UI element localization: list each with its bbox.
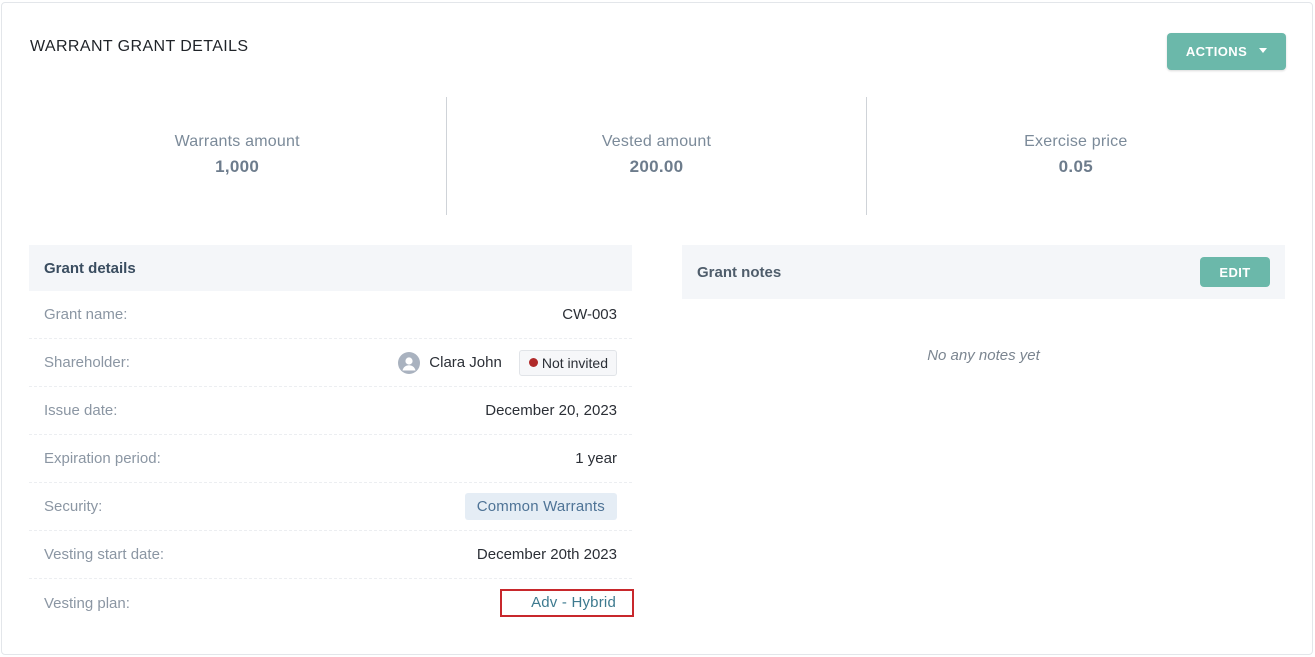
expiration-period-value: 1 year [575, 450, 617, 467]
row-label: Issue date: [44, 402, 118, 419]
grant-notes-panel: Grant notes EDIT No any notes yet [682, 245, 1285, 364]
summary-stats: Warrants amount 1,000 Vested amount 200.… [28, 97, 1285, 215]
grant-details-panel: Grant details Grant name: CW-003 Shareho… [29, 245, 634, 627]
grant-name-value: CW-003 [562, 306, 617, 323]
row-vesting-start-date: Vesting start date: December 20th 2023 [29, 531, 632, 579]
row-expiration-period: Expiration period: 1 year [29, 435, 632, 483]
row-label: Grant name: [44, 306, 128, 323]
stat-vested-amount: Vested amount 200.00 [446, 97, 865, 215]
row-security: Security: Common Warrants [29, 483, 632, 531]
stat-label: Vested amount [601, 133, 712, 150]
page-title: WARRANT GRANT DETAILS [30, 38, 249, 55]
row-label: Vesting start date: [44, 546, 165, 563]
row-shareholder: Shareholder: Clara John Not invited [29, 339, 632, 387]
stat-value: 1,000 [215, 157, 260, 176]
stat-label: Exercise price [1024, 133, 1128, 150]
shareholder-name[interactable]: Clara John [429, 354, 502, 371]
stat-label: Warrants amount [174, 133, 300, 150]
status-dot-icon [528, 358, 538, 367]
grant-details-title: Grant details [29, 245, 632, 291]
stat-value: 0.05 [1058, 157, 1093, 176]
user-avatar-icon [398, 351, 421, 374]
row-vesting-plan: Vesting plan: Adv - Hybrid [29, 579, 634, 627]
stat-value: 200.00 [629, 157, 684, 176]
caret-down-icon [1259, 47, 1268, 53]
row-label: Expiration period: [44, 450, 161, 467]
status-badge: Not invited [518, 349, 617, 376]
actions-button[interactable]: ACTIONS [1167, 33, 1286, 70]
edit-notes-button[interactable]: EDIT [1200, 257, 1270, 287]
row-label: Vesting plan: [44, 594, 130, 612]
row-issue-date: Issue date: December 20, 2023 [29, 387, 632, 435]
grant-notes-title: Grant notes [697, 263, 782, 281]
row-label: Security: [44, 498, 103, 515]
actions-label: ACTIONS [1185, 44, 1248, 59]
security-tag: Common Warrants [464, 493, 617, 520]
row-grant-name: Grant name: CW-003 [29, 291, 632, 339]
stat-exercise-price: Exercise price 0.05 [865, 97, 1285, 215]
grant-notes-header: Grant notes EDIT [682, 245, 1285, 299]
notes-empty-text: No any notes yet [927, 347, 1040, 364]
status-text: Not invited [541, 354, 608, 371]
shareholder-value: Clara John Not invited [398, 349, 617, 376]
row-label: Shareholder: [44, 354, 130, 371]
issue-date-value: December 20, 2023 [485, 402, 617, 419]
vesting-start-date-value: December 20th 2023 [476, 546, 617, 563]
vesting-plan-link[interactable]: Adv - Hybrid [500, 589, 634, 617]
stat-warrants-amount: Warrants amount 1,000 [28, 97, 446, 215]
